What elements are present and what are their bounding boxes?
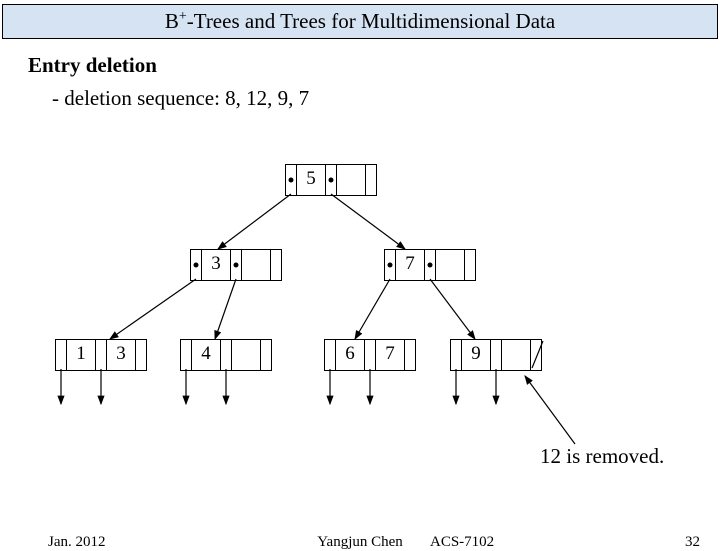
pointer-cell: [366, 165, 376, 195]
key-cell: 4: [192, 340, 221, 370]
pointer-cell: [405, 340, 415, 370]
deletion-sequence: - deletion sequence: 8, 12, 9, 7: [52, 86, 692, 111]
pointer-cell: [56, 340, 67, 370]
pointer-cell: [96, 340, 107, 370]
pointer-cell: [531, 340, 541, 370]
pointer-cell: [451, 340, 462, 370]
annotation-text: 12 is removed.: [540, 444, 664, 469]
pointer-cell: [181, 340, 192, 370]
pointer-cell: [491, 340, 502, 370]
key-cell: [242, 250, 271, 280]
pointer-cell: [271, 250, 281, 280]
pointer-cell: [365, 340, 376, 370]
footer-author: Yangjun Chen: [0, 534, 720, 551]
title-prefix: B: [165, 9, 179, 33]
leaf-node: 9: [450, 339, 542, 371]
pointer-cell: [231, 250, 242, 280]
key-cell: [337, 165, 366, 195]
pointer-cell: [326, 165, 337, 195]
key-cell: 7: [396, 250, 425, 280]
leaf-node: 4: [180, 339, 272, 371]
key-cell: 9: [462, 340, 491, 370]
key-cell: 5: [297, 165, 326, 195]
section-heading: Entry deletion: [28, 53, 692, 78]
pointer-cell: [136, 340, 146, 370]
key-cell: [232, 340, 261, 370]
footer-page: 32: [685, 534, 700, 551]
leaf-node: 6 7: [324, 339, 416, 371]
pointer-cell: [261, 340, 271, 370]
root-node: 5: [285, 164, 377, 196]
key-cell: 7: [376, 340, 405, 370]
pointer-cell: [425, 250, 436, 280]
key-cell: 6: [336, 340, 365, 370]
footer-course: ACS-7102: [430, 534, 494, 551]
key-cell: [436, 250, 465, 280]
title-superscript: +: [179, 9, 187, 24]
title-rest: -Trees and Trees for Multidimensional Da…: [187, 9, 555, 33]
pointer-cell: [385, 250, 396, 280]
pointer-cell: [286, 165, 297, 195]
key-cell: [502, 340, 531, 370]
slide-title: B+-Trees and Trees for Multidimensional …: [2, 4, 718, 39]
pointer-cell: [191, 250, 202, 280]
pointer-cell: [221, 340, 232, 370]
internal-node: 7: [384, 249, 476, 281]
key-cell: 3: [202, 250, 231, 280]
pointer-cell: [325, 340, 336, 370]
internal-node: 3: [190, 249, 282, 281]
key-cell: 1: [67, 340, 96, 370]
leaf-node: 1 3: [55, 339, 147, 371]
pointer-cell: [465, 250, 475, 280]
key-cell: 3: [107, 340, 136, 370]
